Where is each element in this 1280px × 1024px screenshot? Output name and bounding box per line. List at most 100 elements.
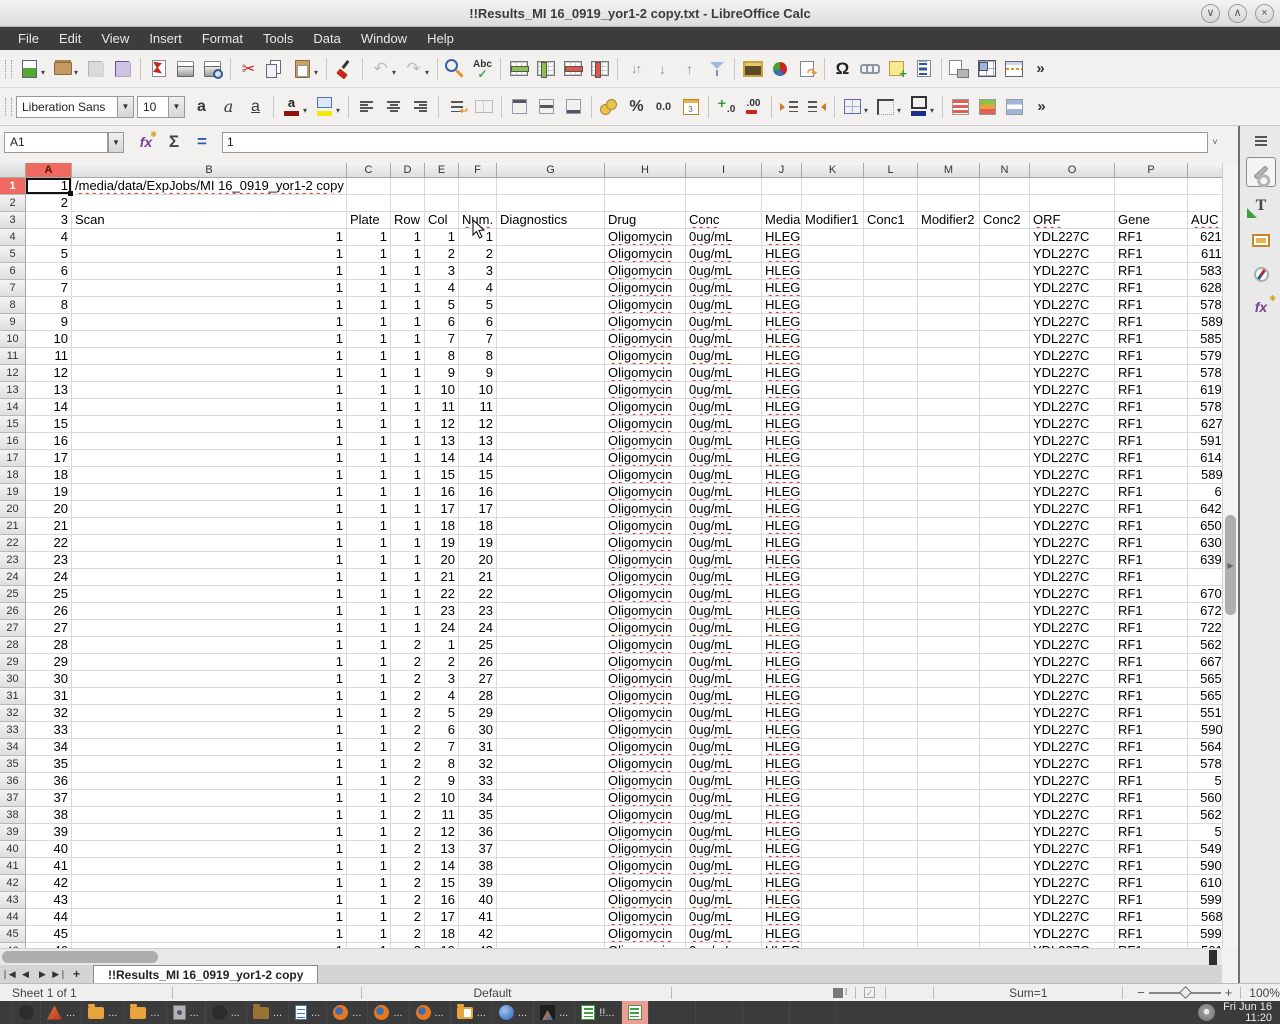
- cell-I34[interactable]: 0ug/mL: [686, 739, 762, 756]
- cell-P26[interactable]: RF1: [1115, 603, 1188, 620]
- row-header-33[interactable]: 33: [0, 722, 26, 739]
- expand-formula-bar-icon[interactable]: ˅: [1208, 132, 1222, 153]
- cell-C17[interactable]: 1: [347, 450, 391, 467]
- cell-N3[interactable]: Conc2: [980, 212, 1030, 229]
- cell-N9[interactable]: [980, 314, 1030, 331]
- cell-O1[interactable]: [1030, 178, 1115, 195]
- selection-mode-icon[interactable]: ✓: [864, 987, 874, 998]
- cell-G2[interactable]: [497, 195, 605, 212]
- cell-E18[interactable]: 15: [425, 467, 459, 484]
- pivot-table-icon[interactable]: [794, 57, 819, 81]
- cell-K24[interactable]: [802, 569, 864, 586]
- cell-A45[interactable]: 45: [26, 926, 72, 943]
- cell-A35[interactable]: 35: [26, 756, 72, 773]
- cell-G37[interactable]: [497, 790, 605, 807]
- cell-M42[interactable]: [918, 875, 980, 892]
- cell-B26[interactable]: 1: [72, 603, 347, 620]
- cell-J40[interactable]: HLEG: [762, 841, 802, 858]
- cell-G20[interactable]: [497, 501, 605, 518]
- cell-L15[interactable]: [864, 416, 918, 433]
- cell-D3[interactable]: Row: [391, 212, 425, 229]
- cell-O25[interactable]: YDL227C: [1030, 586, 1115, 603]
- cell-E29[interactable]: 2: [425, 654, 459, 671]
- cell-L8[interactable]: [864, 297, 918, 314]
- cell-M33[interactable]: [918, 722, 980, 739]
- new-document-icon[interactable]: [17, 57, 42, 81]
- cell-D14[interactable]: 1: [391, 399, 425, 416]
- cf-data-bars-icon[interactable]: [975, 95, 1000, 119]
- cell-O18[interactable]: YDL227C: [1030, 467, 1115, 484]
- cell-N35[interactable]: [980, 756, 1030, 773]
- cell-H32[interactable]: Oligomycin: [605, 705, 686, 722]
- cell-I39[interactable]: 0ug/mL: [686, 824, 762, 841]
- taskbar-item-folder-brown[interactable]: ...: [247, 1001, 289, 1024]
- cell-P33[interactable]: RF1: [1115, 722, 1188, 739]
- cell-D25[interactable]: 1: [391, 586, 425, 603]
- cell-N42[interactable]: [980, 875, 1030, 892]
- taskbar-item-folder[interactable]: ...: [82, 1001, 124, 1024]
- cell-D10[interactable]: 1: [391, 331, 425, 348]
- column-header-D[interactable]: D: [391, 163, 425, 178]
- cell-G30[interactable]: [497, 671, 605, 688]
- cell-M6[interactable]: [918, 263, 980, 280]
- cell-M11[interactable]: [918, 348, 980, 365]
- cell-L36[interactable]: [864, 773, 918, 790]
- cell-B22[interactable]: 1: [72, 535, 347, 552]
- cell-Q29[interactable]: 667.3309125: [1188, 654, 1222, 671]
- menu-item-view[interactable]: View: [91, 27, 139, 50]
- cell-K25[interactable]: [802, 586, 864, 603]
- cell-A4[interactable]: 4: [26, 229, 72, 246]
- cell-O5[interactable]: YDL227C: [1030, 246, 1115, 263]
- horizontal-scrollbar[interactable]: [0, 948, 1222, 965]
- cell-O8[interactable]: YDL227C: [1030, 297, 1115, 314]
- cell-P34[interactable]: RF1: [1115, 739, 1188, 756]
- cell-O38[interactable]: YDL227C: [1030, 807, 1115, 824]
- cell-C28[interactable]: 1: [347, 637, 391, 654]
- cell-L41[interactable]: [864, 858, 918, 875]
- cell-P44[interactable]: RF1: [1115, 909, 1188, 926]
- cell-K29[interactable]: [802, 654, 864, 671]
- cell-I13[interactable]: 0ug/mL: [686, 382, 762, 399]
- row-header-40[interactable]: 40: [0, 841, 26, 858]
- zoom-slider[interactable]: − +: [1137, 985, 1232, 1000]
- cell-O17[interactable]: YDL227C: [1030, 450, 1115, 467]
- italic-icon[interactable]: [216, 95, 241, 119]
- valign-top-icon[interactable]: [507, 95, 532, 119]
- cell-P42[interactable]: RF1: [1115, 875, 1188, 892]
- row-header-11[interactable]: 11: [0, 348, 26, 365]
- cell-L34[interactable]: [864, 739, 918, 756]
- cell-E5[interactable]: 2: [425, 246, 459, 263]
- cell-A15[interactable]: 15: [26, 416, 72, 433]
- system-logo-icon[interactable]: [1198, 1004, 1215, 1021]
- taskbar-item-empty[interactable]: [790, 1001, 837, 1024]
- cell-F35[interactable]: 32: [459, 756, 497, 773]
- cell-D22[interactable]: 1: [391, 535, 425, 552]
- cell-I9[interactable]: 0ug/mL: [686, 314, 762, 331]
- cell-I10[interactable]: 0ug/mL: [686, 331, 762, 348]
- cell-K14[interactable]: [802, 399, 864, 416]
- cell-G5[interactable]: [497, 246, 605, 263]
- cell-C25[interactable]: 1: [347, 586, 391, 603]
- column-header-E[interactable]: E: [425, 163, 459, 178]
- cell-N15[interactable]: [980, 416, 1030, 433]
- cell-H25[interactable]: Oligomycin: [605, 586, 686, 603]
- columns-insert-icon[interactable]: [533, 57, 558, 81]
- cell-B20[interactable]: 1: [72, 501, 347, 518]
- cell-J18[interactable]: HLEG: [762, 467, 802, 484]
- cell-Q2[interactable]: [1188, 195, 1222, 212]
- row-header-25[interactable]: 25: [0, 586, 26, 603]
- cell-C45[interactable]: 1: [347, 926, 391, 943]
- cell-B8[interactable]: 1: [72, 297, 347, 314]
- row-header-35[interactable]: 35: [0, 756, 26, 773]
- cell-I31[interactable]: 0ug/mL: [686, 688, 762, 705]
- cell-K27[interactable]: [802, 620, 864, 637]
- cell-N36[interactable]: [980, 773, 1030, 790]
- menu-item-format[interactable]: Format: [192, 27, 253, 50]
- sidebar-item-styles[interactable]: [1240, 190, 1280, 222]
- cell-E2[interactable]: [425, 195, 459, 212]
- vertical-scrollbar[interactable]: ▶: [1222, 163, 1238, 948]
- cell-L19[interactable]: [864, 484, 918, 501]
- cell-F44[interactable]: 41: [459, 909, 497, 926]
- wrap-text-icon[interactable]: [444, 95, 469, 119]
- cell-E16[interactable]: 13: [425, 433, 459, 450]
